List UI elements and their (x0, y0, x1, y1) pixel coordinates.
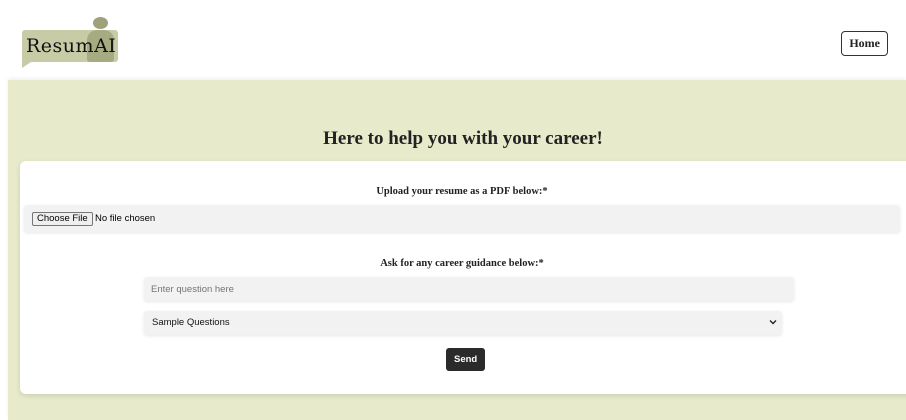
home-button[interactable]: Home (841, 31, 888, 56)
sample-questions-select[interactable]: Sample Questions (144, 311, 782, 335)
question-input[interactable] (144, 277, 794, 301)
top-header: ResumAI Home (0, 0, 906, 76)
logo-bubble-tail (22, 60, 34, 68)
form-card: Upload your resume as a PDF below:* Choo… (20, 161, 906, 394)
file-upload-row: Choose File No file chosen (24, 205, 900, 232)
file-status-text: No file chosen (95, 213, 156, 224)
main-section: Here to help you with your career! Uploa… (8, 80, 906, 420)
logo-person-head (93, 17, 108, 29)
logo-text-part2: AI (94, 35, 117, 57)
logo-text-part1: Resum (26, 35, 95, 57)
guidance-label: Ask for any career guidance below:* (380, 258, 544, 269)
logo-text: ResumAI (26, 34, 116, 58)
upload-label: Upload your resume as a PDF below:* (376, 186, 548, 197)
sample-select-value: Sample Questions (152, 317, 230, 328)
page-title: Here to help you with your career! (323, 128, 603, 149)
chevron-down-icon (769, 320, 777, 325)
choose-file-button[interactable]: Choose File (32, 212, 93, 226)
resumai-logo[interactable]: ResumAI (22, 17, 122, 68)
send-button[interactable]: Send (446, 348, 486, 371)
